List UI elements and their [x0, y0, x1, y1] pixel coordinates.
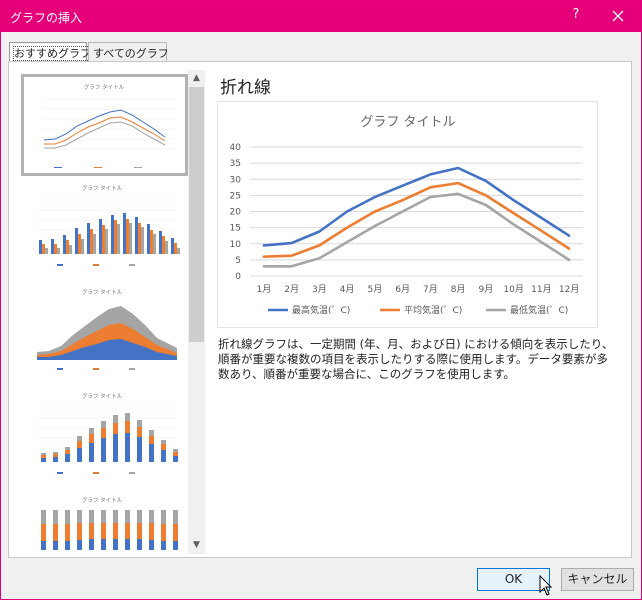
cancel-button[interactable]: キャンセル	[561, 568, 634, 591]
series-line-2	[262, 181, 571, 258]
chart-x-axis: 1月 2月 3月 4月 5月 6月 7月 8月 9月 10月 11月 12月	[257, 284, 580, 295]
chevron-down-icon[interactable]: ▼	[188, 537, 205, 554]
chart-plot-area	[262, 166, 571, 268]
close-icon	[612, 10, 624, 22]
thumbnail-scrollbar[interactable]: ▲ ▼	[188, 70, 205, 554]
thumbnail-title: グラフ タイトル	[84, 83, 125, 91]
y-tick-label: 35	[230, 159, 241, 169]
x-tick-label: 10月	[503, 284, 523, 295]
thumbnail-stacked-area-chart[interactable]: グラフ タイトル	[21, 282, 184, 380]
x-tick-label: 11月	[531, 284, 551, 295]
chart-y-axis: 0 5 10 15 20 25 30 35 40	[230, 143, 242, 282]
thumbnail-clustered-column-chart[interactable]: グラフ タイトル	[21, 178, 184, 276]
thumbnail-title: グラフ タイトル	[82, 288, 123, 296]
line-chart: グラフ タイトル 0 5 10 15 20 25 30 35 40 1月 2月 3月 4月 5月 6月 7月…	[230, 115, 583, 316]
thumbnail-line-chart[interactable]: グラフ タイトル	[21, 74, 188, 176]
chevron-up-icon[interactable]: ▲	[188, 70, 205, 87]
thumbnail-stacked-column-chart[interactable]: グラフ タイトル	[21, 386, 184, 484]
x-tick-label: 1月	[257, 284, 272, 295]
x-tick-label: 12月	[559, 284, 579, 295]
title-bar: グラフの挿入 ?	[1, 1, 641, 32]
thumbnail-100-percent-stacked-column-chart[interactable]: グラフ タイトル	[21, 490, 184, 554]
line-chart-thumbnail: グラフ タイトル	[42, 83, 176, 168]
x-tick-label: 6月	[395, 284, 410, 295]
y-tick-label: 5	[235, 256, 241, 266]
y-tick-label: 40	[230, 143, 242, 153]
y-tick-label: 30	[230, 175, 242, 185]
y-tick-label: 20	[230, 208, 242, 218]
thumbnail-title: グラフ タイトル	[82, 496, 123, 504]
y-tick-label: 0	[235, 272, 241, 282]
percent-stacked-column-thumbnail: グラフ タイトル	[41, 496, 178, 550]
tab-recommended-charts[interactable]: おすすめグラフ	[9, 42, 92, 63]
chart-type-description: 折れ線グラフは、一定期間 (年、月、および日) における傾向を表示したり、順番が…	[218, 337, 614, 381]
x-tick-label: 2月	[284, 284, 299, 295]
thumbnail-title: グラフ タイトル	[82, 392, 123, 400]
series-line-3	[262, 192, 571, 268]
x-tick-label: 7月	[423, 284, 438, 295]
x-tick-label: 9月	[479, 284, 494, 295]
scrollbar-thumb[interactable]	[189, 87, 204, 342]
y-tick-label: 10	[230, 240, 242, 250]
y-tick-label: 25	[230, 191, 241, 201]
x-tick-label: 3月	[312, 284, 327, 295]
chart-preview: グラフ タイトル 0 5 10 15 20 25 30 35 40 1月 2月 3月 4月 5月 6月 7月…	[217, 101, 598, 328]
tab-all-charts[interactable]: すべてのグラフ	[88, 42, 169, 62]
chart-legend: 最高気温(゜C) 平均気温(゜C) 最低気温(゜C)	[268, 304, 568, 316]
legend-label: 最低気温(゜C)	[510, 304, 568, 316]
x-tick-label: 8月	[451, 284, 466, 295]
clustered-column-thumbnail: グラフ タイトル	[37, 184, 180, 266]
legend-label: 平均気温(゜C)	[404, 304, 462, 316]
chart-title: グラフ タイトル	[360, 115, 455, 130]
legend-label: 最高気温(゜C)	[292, 304, 350, 316]
chart-type-heading: 折れ線	[220, 78, 271, 98]
help-button[interactable]: ?	[569, 7, 583, 22]
x-tick-label: 5月	[368, 284, 383, 295]
y-tick-label: 15	[230, 224, 241, 234]
close-button[interactable]	[605, 4, 631, 28]
stacked-column-thumbnail: グラフ タイトル	[37, 392, 178, 474]
tab-label: おすすめグラフ	[13, 46, 92, 61]
x-tick-label: 4月	[340, 284, 355, 295]
tab-label: すべてのグラフ	[93, 47, 169, 60]
thumbnail-title: グラフ タイトル	[82, 184, 123, 192]
mouse-pointer-icon	[539, 575, 553, 596]
window-title: グラフの挿入	[10, 11, 83, 25]
chart-thumbnail-list: グラフ タイトル グラフ タイトル グラフ タイトル グラフ タイトル グラフ …	[16, 70, 188, 554]
stacked-area-thumbnail: グラフ タイトル	[37, 288, 177, 370]
